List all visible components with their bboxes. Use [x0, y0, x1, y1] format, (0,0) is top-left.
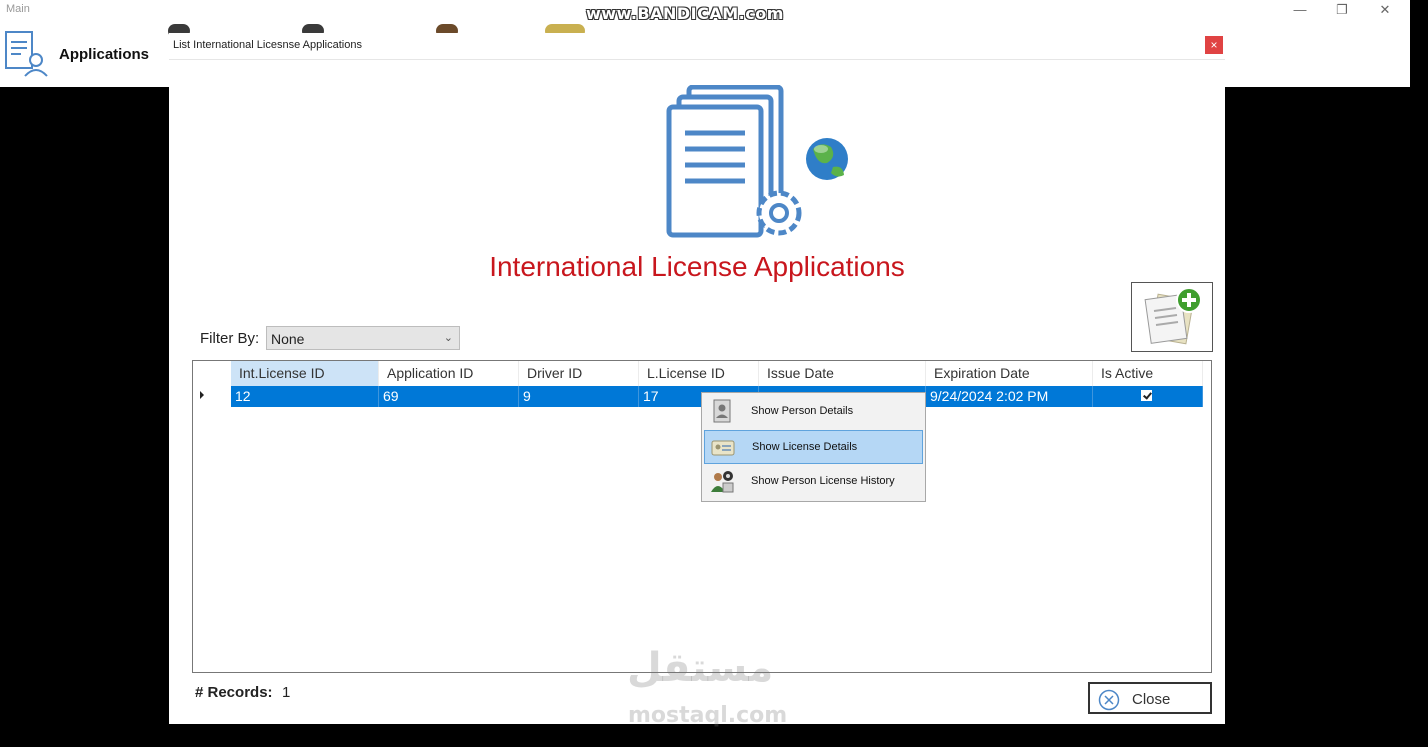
is-active-checkbox[interactable]: [1141, 390, 1152, 401]
menu-item-show-person-details[interactable]: Show Person Details: [704, 395, 923, 429]
records-label: # Records:: [195, 684, 273, 701]
column-header-driver-id[interactable]: Driver ID: [519, 361, 639, 386]
close-button[interactable]: Close: [1088, 682, 1212, 714]
page-title: International License Applications: [489, 251, 905, 282]
context-menu: Show Person Details Show License Details…: [701, 392, 926, 502]
menu-item-label: Show Person License History: [751, 475, 895, 487]
site-watermark-latin: mostaql.com: [628, 703, 788, 728]
close-window-button[interactable]: ✕: [1370, 2, 1400, 18]
toolbar-applications[interactable]: Applications: [3, 30, 149, 78]
close-button-label: Close: [1132, 691, 1171, 708]
records-count: 1: [282, 684, 291, 701]
minimize-button[interactable]: —: [1285, 2, 1315, 17]
international-license-dialog: List International Licesnse Applications…: [169, 33, 1225, 724]
person-card-icon: [713, 399, 731, 423]
current-row-icon: [200, 391, 204, 399]
cell-driver-id[interactable]: 9: [519, 386, 639, 407]
column-header-expiration-date[interactable]: Expiration Date: [926, 361, 1093, 386]
international-applications-icon: [666, 85, 848, 238]
table-row[interactable]: 12 69 9 17 9/24/2024 2:02 PM: [193, 386, 1203, 407]
filter-label: Filter By:: [200, 330, 260, 347]
dialog-close-button[interactable]: ×: [1205, 36, 1223, 54]
main-window-title: Main: [6, 3, 30, 15]
column-header-l-license-id[interactable]: L.License ID: [639, 361, 759, 386]
column-header-issue-date[interactable]: Issue Date: [759, 361, 926, 386]
person-history-icon: [711, 471, 734, 493]
cell-application-id[interactable]: 69: [379, 386, 519, 407]
column-header-int-license-id[interactable]: Int.License ID: [231, 361, 379, 386]
add-document-icon: [1144, 287, 1202, 345]
chevron-down-icon: ⌄: [443, 332, 453, 344]
menu-item-show-license-details[interactable]: Show License Details: [704, 430, 923, 464]
license-card-icon: [711, 440, 735, 456]
menu-item-show-person-license-history[interactable]: Show Person License History: [704, 465, 923, 499]
cell-is-active[interactable]: [1093, 386, 1203, 407]
cell-int-license-id[interactable]: 12: [231, 386, 379, 407]
grid-header: Int.License ID Application ID Driver ID …: [193, 361, 1203, 386]
column-header-application-id[interactable]: Application ID: [379, 361, 519, 386]
toolbar-applications-label: Applications: [59, 45, 150, 63]
add-application-button[interactable]: [1131, 282, 1213, 352]
recording-watermark: www.BANDICAM.com: [586, 4, 784, 23]
cell-expiration-date[interactable]: 9/24/2024 2:02 PM: [926, 386, 1093, 407]
row-header-corner: [193, 361, 229, 386]
filter-value: None: [271, 331, 305, 347]
dialog-titlebar: List International Licesnse Applications…: [169, 33, 1225, 60]
dialog-title: List International Licesnse Applications: [173, 39, 362, 51]
close-circle-icon: [1098, 689, 1120, 711]
column-header-is-active[interactable]: Is Active: [1093, 361, 1203, 386]
applications-icon: [5, 31, 48, 77]
filter-dropdown[interactable]: None ⌄: [266, 326, 460, 350]
maximize-button[interactable]: ❐: [1327, 2, 1357, 18]
menu-item-label: Show License Details: [752, 441, 858, 453]
menu-item-label: Show Person Details: [751, 405, 854, 417]
site-watermark-arabic: مستقل: [627, 645, 774, 691]
row-selector[interactable]: [193, 386, 229, 407]
